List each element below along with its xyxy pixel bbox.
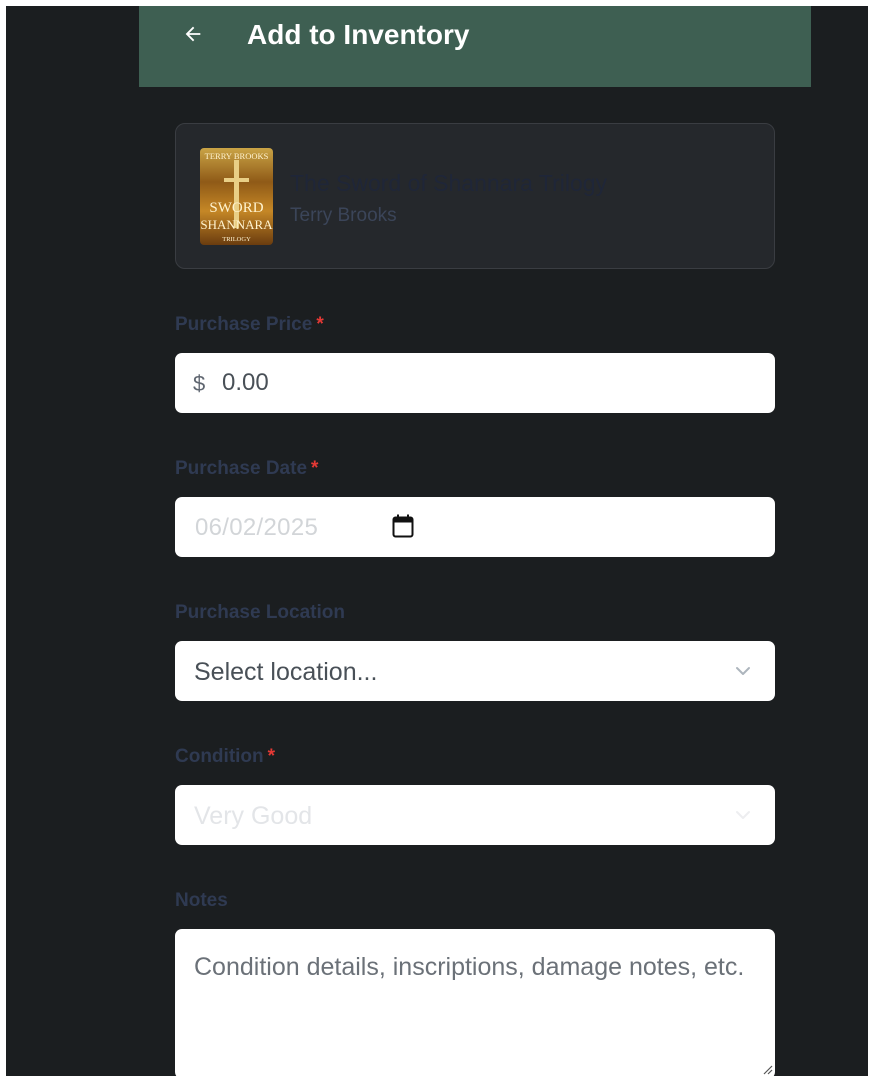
calendar-icon[interactable]	[392, 514, 414, 538]
book-cover-image: TERRY BROOKS SWORD SHANNARA TRILOGY	[200, 148, 273, 245]
purchase-price-label-text: Purchase Price	[175, 314, 313, 335]
purchase-location-selected: Select location...	[194, 658, 378, 686]
cover-title-line1: SWORD	[209, 200, 263, 216]
purchase-price-label: Purchase Price *	[175, 313, 324, 337]
purchase-location-label: Purchase Location	[175, 601, 345, 625]
back-button[interactable]	[172, 16, 214, 52]
required-asterisk: *	[267, 746, 276, 767]
purchase-date-label-text: Purchase Date	[175, 458, 308, 479]
required-asterisk: *	[311, 458, 319, 479]
app-frame: Add to Inventory TERRY BROOKS SWORD SHAN…	[6, 6, 868, 1076]
purchase-price-input[interactable]	[222, 365, 742, 401]
purchase-price-field[interactable]: $	[175, 353, 775, 413]
top-app-bar: Add to Inventory	[139, 6, 811, 87]
resize-handle-icon[interactable]	[761, 1063, 773, 1075]
notes-label: Notes	[175, 889, 228, 913]
notes-textarea[interactable]: Condition details, inscriptions, damage …	[175, 929, 775, 1076]
notes-placeholder: Condition details, inscriptions, damage …	[194, 953, 745, 981]
purchase-location-label-text: Purchase Location	[175, 602, 345, 623]
condition-label: Condition *	[175, 745, 275, 769]
purchase-date-label: Purchase Date *	[175, 457, 318, 481]
cover-author-text: TERRY BROOKS	[205, 151, 269, 161]
cover-title-line2: SHANNARA	[200, 217, 273, 232]
purchase-location-select[interactable]: Select location...	[175, 641, 775, 701]
currency-symbol: $	[193, 371, 206, 396]
book-summary-card: TERRY BROOKS SWORD SHANNARA TRILOGY The …	[175, 123, 775, 269]
arrow-left-icon	[185, 26, 201, 42]
book-author: Terry Brooks	[290, 205, 397, 226]
page-title: Add to Inventory	[247, 19, 470, 50]
chevron-down-icon	[736, 667, 750, 675]
condition-selected: Very Good	[194, 802, 313, 830]
required-asterisk: *	[316, 314, 324, 335]
chevron-down-icon	[736, 811, 750, 819]
purchase-date-value: 06/02/2025	[195, 514, 319, 541]
cover-title-line3: TRILOGY	[222, 236, 251, 243]
purchase-date-field[interactable]: 06/02/2025	[175, 497, 775, 557]
book-title: The Sword of Shannara Trilogy	[290, 170, 608, 196]
condition-label-text: Condition	[175, 746, 264, 767]
notes-label-text: Notes	[175, 890, 228, 911]
condition-select[interactable]: Very Good	[175, 785, 775, 845]
